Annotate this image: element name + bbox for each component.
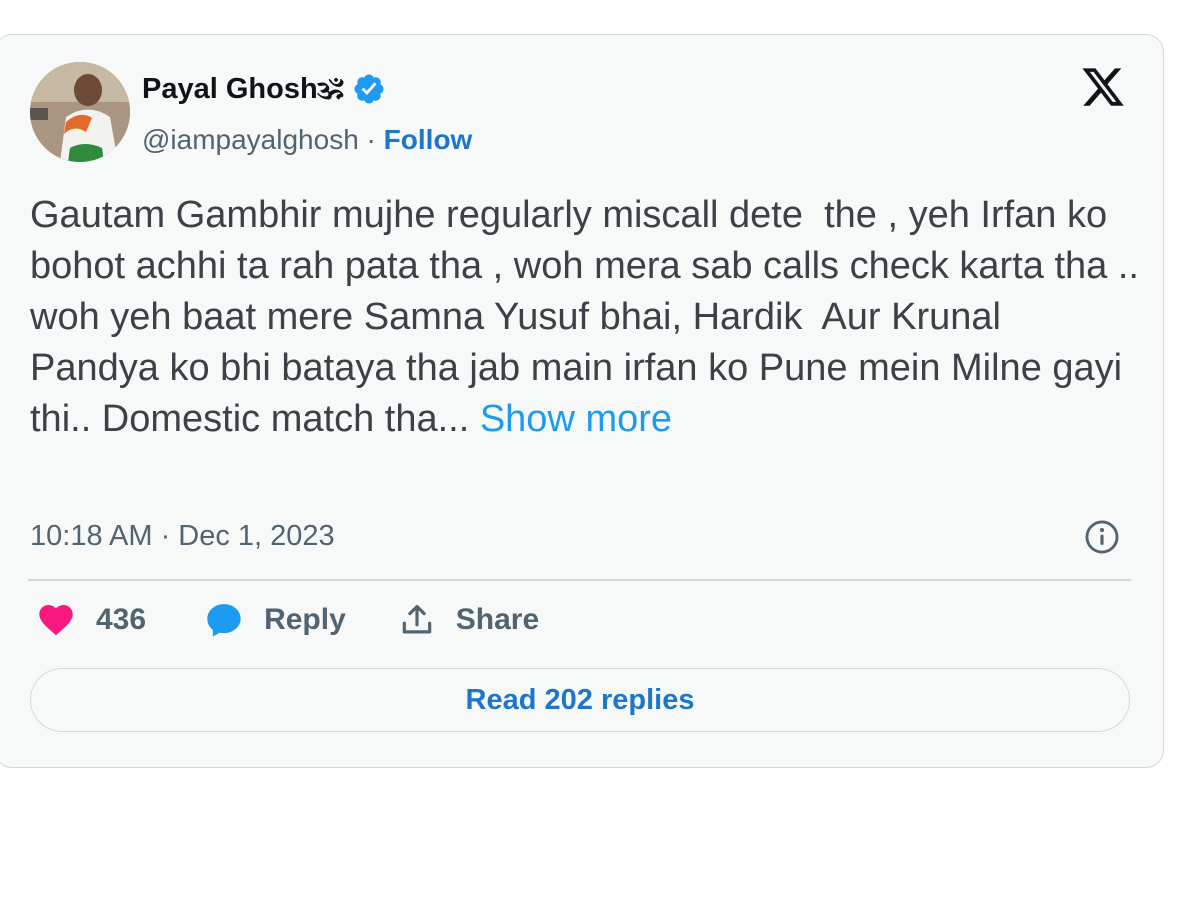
like-button[interactable]: 436 — [36, 600, 146, 640]
like-count: 436 — [96, 603, 147, 636]
verified-badge-icon — [354, 74, 384, 104]
divider — [28, 579, 1131, 581]
share-icon — [402, 604, 432, 634]
follow-button[interactable]: Follow — [384, 124, 473, 155]
avatar[interactable] — [30, 62, 130, 162]
author-handle[interactable]: @iampayalghosh — [142, 124, 359, 155]
handle-row: @iampayalghosh · Follow — [142, 124, 472, 156]
x-logo-icon[interactable] — [1080, 64, 1126, 110]
share-button[interactable]: Share — [398, 601, 539, 639]
speech-bubble-icon — [207, 604, 241, 637]
read-replies-label: Read 202 replies — [465, 683, 695, 716]
tweet-text: Gautam Gambhir mujhe regularly miscall d… — [30, 190, 1140, 445]
show-more-link[interactable]: Show more — [480, 398, 672, 440]
tweet-timestamp[interactable]: 10:18 AM · Dec 1, 2023 — [30, 520, 335, 553]
info-icon[interactable] — [1083, 518, 1121, 556]
author-name[interactable]: Payal Ghosh🕉 — [142, 73, 344, 106]
author-name-row[interactable]: Payal Ghosh🕉 — [142, 72, 386, 106]
reply-label: Reply — [264, 603, 346, 636]
avatar-image — [30, 62, 130, 162]
share-label: Share — [455, 603, 540, 636]
action-bar: 436 Reply Share — [36, 600, 539, 640]
reply-button[interactable]: Reply — [204, 600, 346, 640]
read-replies-button[interactable]: Read 202 replies — [30, 668, 1130, 732]
handle-separator: · — [358, 124, 384, 155]
heart-icon — [39, 605, 73, 636]
